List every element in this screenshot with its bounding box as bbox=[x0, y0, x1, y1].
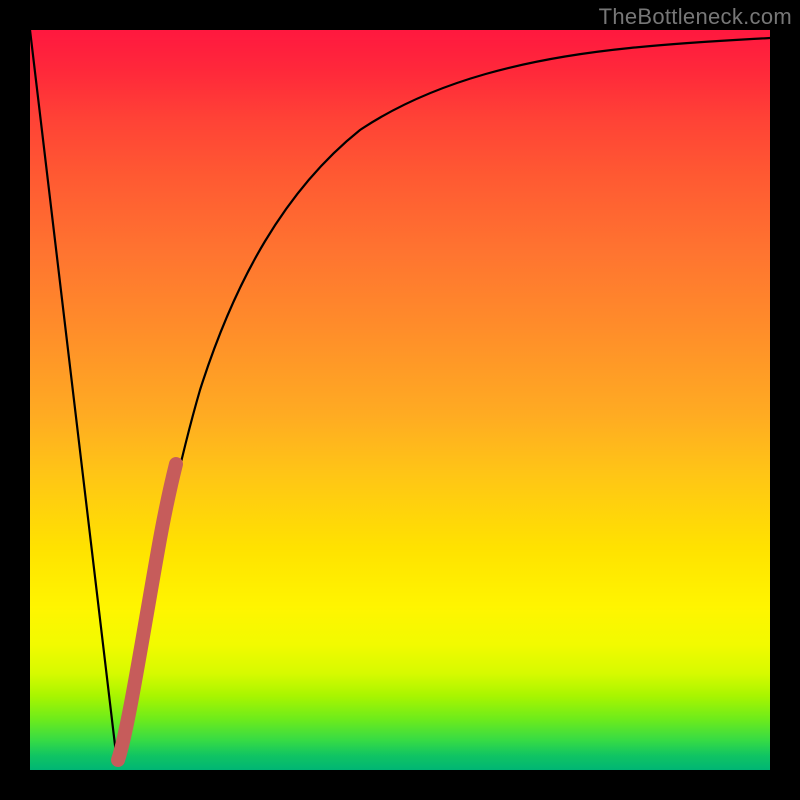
chart-frame: TheBottleneck.com bbox=[0, 0, 800, 800]
highlight-segment bbox=[118, 464, 176, 760]
curve-descending bbox=[30, 30, 117, 762]
plot-area bbox=[30, 30, 770, 770]
watermark-text: TheBottleneck.com bbox=[599, 4, 792, 30]
curve-ascending bbox=[117, 38, 770, 762]
curve-svg bbox=[30, 30, 770, 770]
